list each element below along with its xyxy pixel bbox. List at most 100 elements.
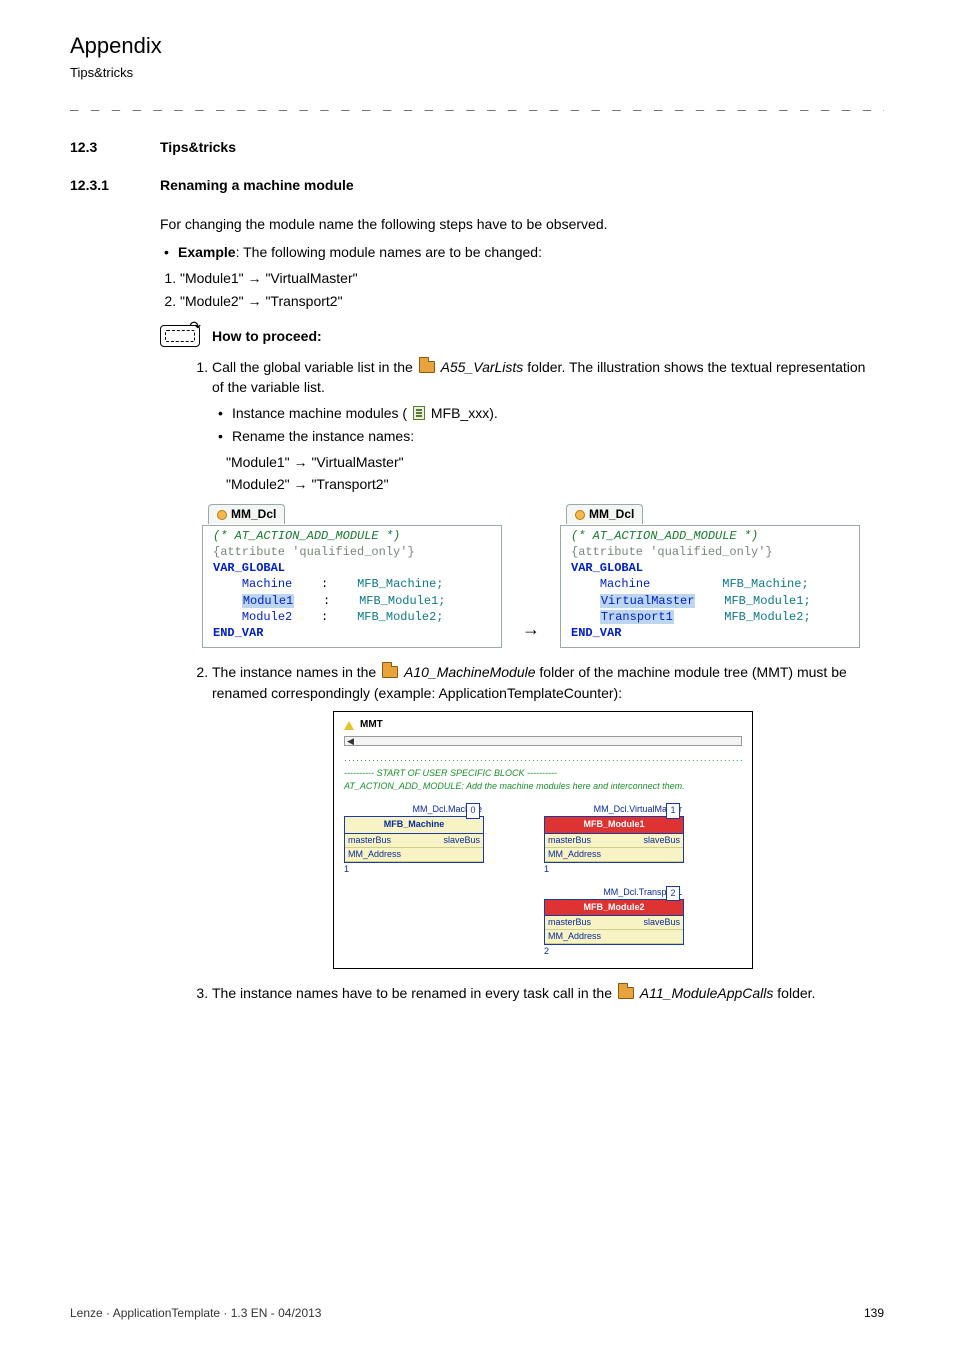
code-keyword: VAR_GLOBAL [571, 560, 851, 576]
folder-icon [419, 361, 435, 373]
colon: : [323, 594, 330, 608]
arrow-between-icon: → [522, 616, 540, 648]
page-footer: Lenze · ApplicationTemplate · 1.3 EN - 0… [70, 1305, 884, 1322]
keyboard-icon [160, 325, 200, 347]
example-line: Example: The following module names are … [178, 242, 884, 262]
step1-sublist: Instance machine modules ( MFB_xxx). Ren… [212, 403, 874, 446]
block-num: 2 [544, 946, 549, 956]
code-attr: {attribute 'qualified_only'} [571, 544, 851, 560]
step2-folder: A10_MachineModule [404, 664, 536, 680]
var-type: MFB_Module1; [724, 594, 810, 608]
rename-from: "Module2" [180, 293, 244, 309]
scroll-indicator [344, 736, 742, 746]
dot-row: ········································… [344, 754, 742, 767]
code-row: Machine MFB_Machine; [571, 576, 851, 592]
code-tab-right: MM_Dcl [566, 504, 643, 524]
var-type: MFB_Machine; [722, 577, 808, 591]
step1-folder: A55_VarLists [441, 359, 524, 375]
step1-text-a: Call the global variable list in the [212, 359, 417, 375]
file-icon [413, 406, 425, 420]
separator-dashes: _ _ _ _ _ _ _ _ _ _ _ _ _ _ _ _ _ _ _ _ … [70, 93, 884, 113]
step1-rename-2: "Module2" → "Transport2" [226, 474, 874, 494]
step3-text-a: The instance names have to be renamed in… [212, 985, 616, 1001]
code-tab-label: MM_Dcl [589, 506, 634, 523]
sub-text-2: MFB_xxx). [431, 405, 498, 421]
mmt-label: MMT [360, 718, 383, 733]
rename-item-2: "Module2" → "Transport2" [180, 291, 884, 311]
folder-icon [618, 987, 634, 999]
code-body-left: (* AT_ACTION_ADD_MODULE *) {attribute 'q… [203, 526, 501, 647]
code-row: Transport1 MFB_Module2; [571, 609, 851, 625]
code-box-right: MM_Dcl (* AT_ACTION_ADD_MODULE *) {attri… [560, 505, 860, 649]
block-top-label: MM_Dcl.Transport1 [544, 886, 684, 899]
arrow-icon: → [248, 293, 262, 309]
intro-text: For changing the module name the followi… [160, 214, 884, 234]
subsection-number: 12.3.1 [70, 175, 160, 195]
rename-list: "Module1" → "VirtualMaster" "Module2" → … [160, 268, 884, 311]
step1-sub: Instance machine modules ( MFB_xxx). Ren… [212, 403, 874, 648]
code-keyword: VAR_GLOBAL [213, 560, 493, 576]
var-name-highlighted: VirtualMaster [600, 594, 696, 608]
port-r: slaveBus [643, 834, 680, 847]
code-comment: (* AT_ACTION_ADD_MODULE *) [571, 528, 851, 544]
warning-icon [344, 721, 354, 730]
var-name: Machine [600, 577, 650, 591]
var-type: MFB_Module2; [724, 610, 810, 624]
code-row: VirtualMaster MFB_Module1; [571, 593, 851, 609]
appendix-title: Appendix [70, 30, 884, 62]
port-l: masterBus [548, 834, 591, 847]
code-comparison: MM_Dcl (* AT_ACTION_ADD_MODULE *) {attri… [202, 505, 874, 649]
code-row: Module1 : MFB_Module1; [213, 593, 493, 609]
port-addr: MM_Address [348, 848, 401, 861]
rename-item-1: "Module1" → "VirtualMaster" [180, 268, 884, 288]
rename-from: "Module2" [226, 476, 290, 492]
section-12-3: 12.3 Tips&tricks [70, 137, 884, 157]
block-num: 1 [344, 864, 349, 874]
var-type: MFB_Machine; [357, 577, 443, 591]
colon: : [321, 577, 328, 591]
tab-dot-icon [575, 510, 585, 520]
block-left: MM_Dcl.Machine 0 MFB_Machine masterBussl… [344, 803, 484, 957]
arrow-icon: → [294, 454, 308, 470]
port-r: slaveBus [643, 916, 680, 929]
rename-to: "VirtualMaster" [311, 454, 403, 470]
tab-dot-icon [217, 510, 227, 520]
step-1: Call the global variable list in the A55… [212, 357, 874, 648]
section-12-3-1: 12.3.1 Renaming a machine module [70, 175, 884, 195]
rename-to: "Transport2" [265, 293, 342, 309]
var-name-highlighted: Module1 [242, 594, 294, 608]
code-tab-label: MM_Dcl [231, 506, 276, 523]
arrow-icon: → [294, 476, 308, 492]
code-tab-left: MM_Dcl [208, 504, 285, 524]
step-2: The instance names in the A10_MachineMod… [212, 662, 874, 969]
section-number: 12.3 [70, 137, 160, 157]
step-3: The instance names have to be renamed in… [212, 983, 874, 1003]
how-to-proceed-label: How to proceed: [212, 326, 322, 346]
block-title-highlight: MFB_Module2 [545, 900, 683, 916]
arrow-icon: → [248, 270, 262, 286]
subsection-title: Renaming a machine module [160, 175, 354, 195]
appendix-subtitle: Tips&tricks [70, 64, 884, 83]
diagram-head2: AT_ACTION_ADD_MODULE: Add the machine mo… [344, 780, 742, 793]
block-idx: 1 [666, 803, 680, 818]
example-label: Example [178, 244, 236, 260]
example-text: : The following module names are to be c… [236, 244, 542, 260]
block-top-label: MM_Dcl.Machine [344, 803, 484, 816]
mmt-diagram: MMT ····································… [333, 711, 753, 969]
steps-list: Call the global variable list in the A55… [190, 357, 874, 1003]
how-to-proceed-row: How to proceed: [160, 325, 884, 347]
page-header: Appendix Tips&tricks [70, 30, 884, 83]
port-l: masterBus [348, 834, 391, 847]
step1-sub-1: Instance machine modules ( MFB_xxx). [232, 403, 874, 423]
port-addr: MM_Address [548, 848, 601, 861]
body: For changing the module name the followi… [160, 214, 884, 347]
block-title: MFB_Machine [345, 817, 483, 833]
block-r2: MM_Dcl.Transport1 2 MFB_Module2 masterBu… [544, 886, 684, 958]
sub-text: Instance machine modules ( [232, 405, 407, 421]
diagram-topbar: MMT [344, 718, 742, 733]
var-type: MFB_Module1; [359, 594, 445, 608]
block-title-highlight: MFB_Module1 [545, 817, 683, 833]
block-idx: 0 [466, 803, 480, 818]
code-comment: (* AT_ACTION_ADD_MODULE *) [213, 528, 493, 544]
var-name: Module2 [242, 610, 292, 624]
